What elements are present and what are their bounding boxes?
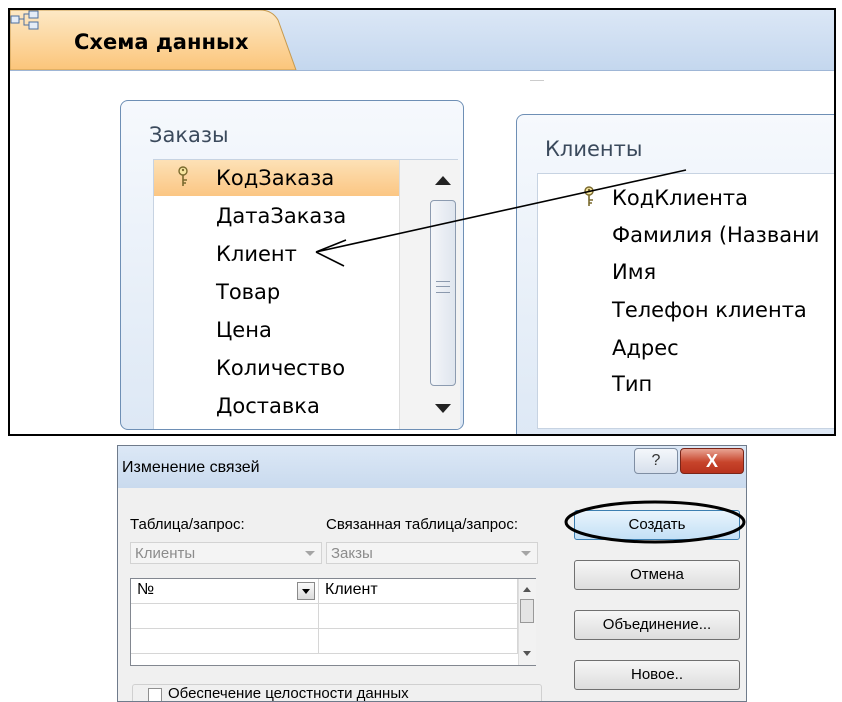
scroll-down-arrow-icon[interactable] bbox=[435, 404, 451, 413]
cell-text: № bbox=[137, 581, 155, 598]
tab-label: Схема данных bbox=[74, 30, 249, 54]
clients-field-list: КодКлиента Фамилия (Названи Имя Телефон … bbox=[537, 173, 834, 429]
scroll-thumb[interactable] bbox=[430, 200, 456, 386]
scroll-up-arrow-icon[interactable] bbox=[435, 176, 451, 185]
orders-table[interactable]: Заказы КодЗаказа ДатаЗаказа Клиент Товар… bbox=[120, 100, 464, 430]
scroll-thumb[interactable] bbox=[520, 599, 534, 623]
dialog-titlebar: Изменение связей ? X bbox=[118, 446, 746, 488]
key-icon bbox=[178, 166, 188, 186]
field-mapping-grid: № Клиент bbox=[130, 578, 536, 666]
help-button[interactable]: ? bbox=[634, 448, 678, 474]
field-label: Телефон клиента bbox=[612, 298, 807, 322]
new-relationship-button[interactable]: Новое.. bbox=[574, 660, 740, 690]
dialog-title: Изменение связей bbox=[122, 459, 260, 476]
field-label: Доставка bbox=[216, 394, 320, 418]
divider bbox=[530, 80, 544, 81]
integrity-label: Обеспечение целостности данных bbox=[168, 685, 409, 702]
table-query-label: Таблица/запрос: bbox=[130, 516, 245, 533]
field-label: Количество bbox=[216, 356, 346, 380]
grid-cell-right[interactable] bbox=[319, 629, 518, 654]
select-value: Закзы bbox=[331, 545, 373, 562]
relationships-window: Схема данных Заказы КодЗаказа ДатаЗаказа… bbox=[8, 8, 836, 436]
field-label: Фамилия (Названи bbox=[612, 223, 820, 247]
field-label: КодКлиента bbox=[612, 186, 749, 210]
grid-scrollbar[interactable] bbox=[518, 579, 536, 665]
clients-table-title: Клиенты bbox=[545, 137, 643, 161]
orders-field-list: КодЗаказа ДатаЗаказа Клиент Товар Цена К… bbox=[153, 159, 460, 429]
field-label: Адрес bbox=[612, 336, 679, 360]
grid-cell-left[interactable]: № bbox=[131, 579, 319, 604]
create-button[interactable]: Создать bbox=[574, 510, 740, 540]
table-query-select[interactable]: Клиенты bbox=[130, 542, 322, 564]
select-value: Клиенты bbox=[135, 545, 196, 562]
grid-cell-left[interactable] bbox=[131, 604, 319, 629]
join-type-button[interactable]: Объединение... bbox=[574, 610, 740, 640]
field-label: Имя bbox=[612, 260, 657, 284]
edit-relationships-dialog: Изменение связей ? X Таблица/запрос: Свя… bbox=[117, 445, 747, 702]
tab-schema[interactable]: Схема данных bbox=[10, 10, 300, 70]
grid-cell-right[interactable]: Клиент bbox=[319, 579, 518, 604]
dialog-body: Таблица/запрос: Связанная таблица/запрос… bbox=[122, 488, 746, 702]
cancel-button[interactable]: Отмена bbox=[574, 560, 740, 590]
field-label: КодЗаказа bbox=[216, 166, 335, 190]
field-label: Цена bbox=[216, 318, 272, 342]
orders-table-title: Заказы bbox=[149, 123, 229, 147]
vertical-scrollbar[interactable] bbox=[399, 160, 460, 429]
field-label: Клиент bbox=[216, 242, 297, 266]
field-label: Тип bbox=[612, 372, 653, 396]
cell-text: Клиент bbox=[325, 581, 378, 598]
key-icon bbox=[584, 186, 594, 206]
field-label: Товар bbox=[216, 280, 281, 304]
scroll-down-arrow-icon[interactable] bbox=[523, 651, 531, 656]
grip-icon bbox=[436, 281, 450, 293]
chevron-down-icon bbox=[305, 551, 315, 556]
chevron-down-icon bbox=[521, 551, 531, 556]
related-table-select[interactable]: Закзы bbox=[326, 542, 538, 564]
grid-cell-right[interactable] bbox=[319, 604, 518, 629]
integrity-checkbox[interactable] bbox=[148, 688, 162, 701]
dropdown-arrow-icon[interactable] bbox=[297, 582, 315, 600]
field-label: ДатаЗаказа bbox=[216, 204, 347, 228]
grid-cell-left[interactable] bbox=[131, 629, 319, 654]
relationships-icon bbox=[10, 10, 39, 30]
related-table-label: Связанная таблица/запрос: bbox=[326, 516, 519, 533]
clients-table[interactable]: Клиенты КодКлиента Фамилия (Названи Имя … bbox=[516, 114, 834, 434]
document-tab-bar: Схема данных bbox=[10, 10, 834, 71]
scroll-up-arrow-icon[interactable] bbox=[523, 587, 531, 592]
close-button[interactable]: X bbox=[680, 448, 744, 474]
